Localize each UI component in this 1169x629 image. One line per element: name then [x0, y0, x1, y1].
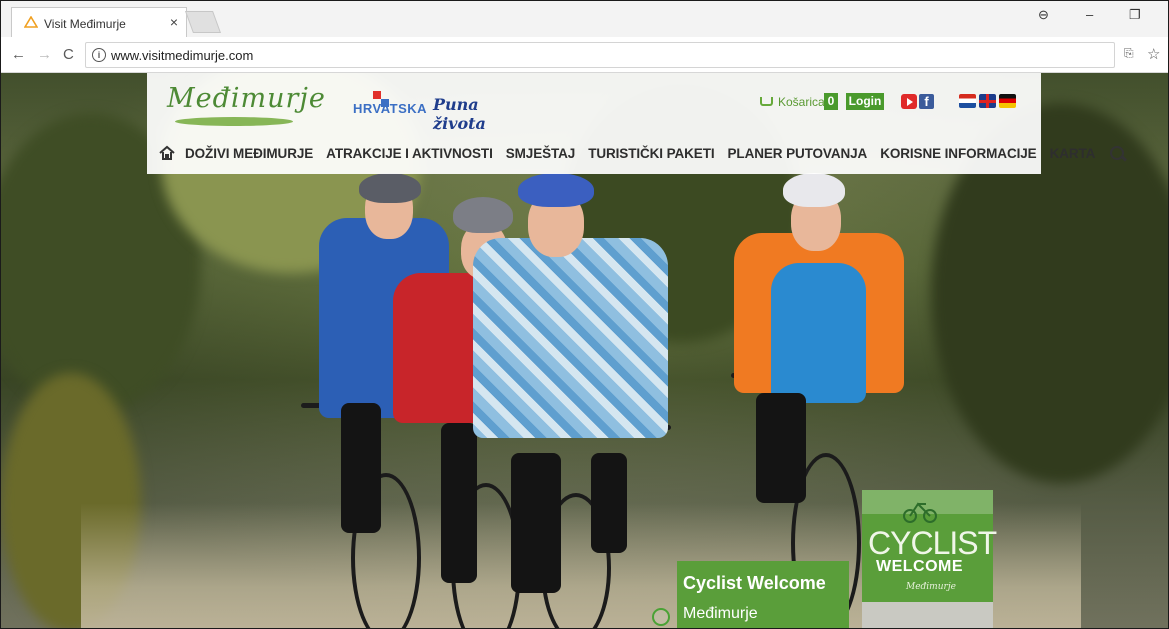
tab-strip: Visit Međimurje × ⊖ – ❐ — [1, 1, 1168, 37]
browser-toolbar: ← → C i www.visitmedimurje.com ⎘ ☆ — [1, 37, 1168, 73]
tab-close-icon[interactable]: × — [170, 14, 178, 30]
site-favicon-icon — [24, 16, 38, 28]
home-icon[interactable] — [159, 145, 175, 161]
forward-arrow-icon[interactable]: → — [37, 46, 52, 63]
hero-banner: Međimurje HRVATSKA Puna života Košarica … — [1, 73, 1168, 628]
hr-block-red — [373, 91, 381, 99]
logo-swoosh — [175, 117, 293, 126]
reload-icon[interactable]: C — [63, 46, 74, 63]
badge-bottom-strip — [862, 602, 993, 628]
nav-item-smjestaj[interactable]: SMJEŠTAJ — [506, 146, 576, 161]
minimize-button[interactable]: – — [1086, 7, 1093, 22]
facebook-icon[interactable]: f — [919, 94, 934, 109]
login-button[interactable]: Login — [846, 93, 884, 110]
bookmark-star-icon[interactable]: ☆ — [1147, 45, 1160, 63]
site-info-icon[interactable]: i — [92, 48, 106, 62]
slide-subtitle: Međimurje — [683, 605, 758, 622]
medimurje-logo[interactable]: Međimurje — [167, 79, 325, 127]
new-tab-button[interactable] — [184, 11, 222, 33]
back-arrow-icon[interactable]: ← — [11, 46, 26, 63]
croatian-flag-icon[interactable] — [959, 94, 976, 108]
tab-visit-medimurje[interactable]: Visit Međimurje × — [11, 7, 187, 37]
tab-title: Visit Međimurje — [44, 17, 126, 31]
cart-icon — [760, 97, 773, 106]
nav-item-korisne-informacije[interactable]: KORISNE INFORMACIJE — [880, 146, 1036, 161]
hrvatska-logo[interactable]: HRVATSKA Puna života — [353, 91, 523, 133]
nav-item-karta[interactable]: KARTA — [1050, 146, 1096, 161]
hrvatska-text: HRVATSKA — [353, 101, 428, 116]
slide-caption[interactable]: Cyclist Welcome Međimurje — [677, 561, 849, 628]
nav-item-turisticki-paketi[interactable]: TURISTIČKI PAKETI — [588, 146, 714, 161]
nav-item-dozivi-medimurje[interactable]: DOŽIVI MEĐIMURJE — [185, 146, 313, 161]
slide-title: Cyclist Welcome — [683, 573, 826, 593]
address-bar[interactable]: i www.visitmedimurje.com — [85, 42, 1115, 68]
badge-welcome-text: WELCOME — [876, 558, 964, 575]
browser-window: Visit Međimurje × ⊖ – ❐ ← → C i www.visi… — [0, 0, 1169, 629]
restore-button[interactable]: ❐ — [1129, 7, 1141, 23]
profile-icon[interactable]: ⊖ — [1038, 7, 1049, 23]
nav-item-planer-putovanja[interactable]: PLANER PUTOVANJA — [728, 146, 868, 161]
cyclist-logo-icon — [903, 502, 937, 523]
youtube-icon[interactable] — [901, 94, 917, 109]
badge-medimurje-text: Međimurje — [906, 582, 956, 592]
url-text[interactable]: www.visitmedimurje.com — [111, 48, 253, 63]
badge-cyclist-text: CYCLIST — [868, 525, 997, 561]
translate-icon[interactable]: ⎘ — [1124, 46, 1134, 61]
logo-text: Međimurje — [167, 83, 326, 114]
main-navigation: DOŽIVI MEĐIMURJE ATRAKCIJE I AKTIVNOSTI … — [159, 143, 1125, 163]
search-icon[interactable] — [1110, 146, 1125, 160]
site-header: Međimurje HRVATSKA Puna života Košarica … — [147, 73, 1125, 174]
uk-flag-icon[interactable] — [979, 94, 996, 108]
cart-count-badge: 0 — [824, 93, 838, 110]
cyclist-welcome-badge[interactable]: CYCLIST WELCOME Međimurje — [862, 490, 997, 628]
cart-label: Košarica — [778, 95, 825, 109]
german-flag-icon[interactable] — [999, 94, 1016, 108]
slide-indicator-dot[interactable] — [652, 608, 670, 626]
hrvatska-tagline: Puna života — [433, 95, 486, 133]
nav-item-atrakcije[interactable]: ATRAKCIJE I AKTIVNOSTI — [326, 146, 493, 161]
